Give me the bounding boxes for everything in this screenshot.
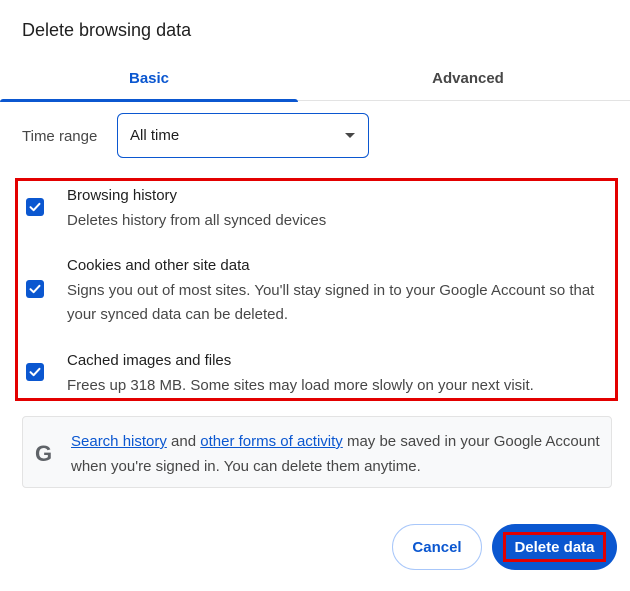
delete-data-button[interactable]: Delete data [492, 524, 617, 570]
checkmark-icon [29, 284, 41, 294]
cached-images-checkbox[interactable] [26, 363, 44, 381]
time-range-select[interactable]: All time [117, 113, 369, 158]
cancel-button[interactable]: Cancel [392, 524, 482, 570]
dialog-title: Delete browsing data [22, 20, 192, 40]
tab-basic[interactable]: Basic [0, 56, 298, 102]
tab-bar: Basic Advanced [0, 56, 630, 102]
cached-images-title: Cached images and files [67, 352, 232, 369]
browsing-history-description: Deletes history from all synced devices [67, 212, 327, 229]
highlighted-options-box: Browsing history Deletes history from al… [15, 178, 618, 401]
other-activity-link[interactable]: other forms of activity [200, 433, 343, 450]
dropdown-arrow-icon [345, 133, 355, 138]
search-history-link[interactable]: Search history [71, 433, 167, 450]
time-range-value: All time [130, 127, 180, 144]
info-text-part1: and [166, 433, 201, 450]
cookies-title: Cookies and other site data [67, 257, 250, 274]
account-activity-info-card: G Search history and other forms of acti… [22, 416, 612, 488]
google-g-icon: G [35, 441, 53, 466]
cached-images-description: Frees up 318 MB. Some sites may load mor… [67, 377, 534, 394]
tab-basic-label: Basic [128, 69, 170, 87]
cookies-checkbox[interactable] [26, 280, 44, 298]
cookies-description: Signs you out of most sites. You'll stay… [67, 282, 595, 323]
info-text: Search history and other forms of activi… [71, 429, 601, 479]
browsing-history-title: Browsing history [67, 187, 178, 204]
checkmark-icon [29, 367, 41, 377]
tab-advanced-label: Advanced [432, 69, 504, 87]
checkmark-icon [29, 202, 41, 212]
time-range-label: Time range [22, 128, 98, 145]
tab-selected-indicator [0, 99, 298, 102]
delete-data-label: Delete data [514, 538, 595, 556]
browsing-history-checkbox[interactable] [26, 198, 44, 216]
tab-advanced[interactable]: Advanced [318, 56, 618, 100]
